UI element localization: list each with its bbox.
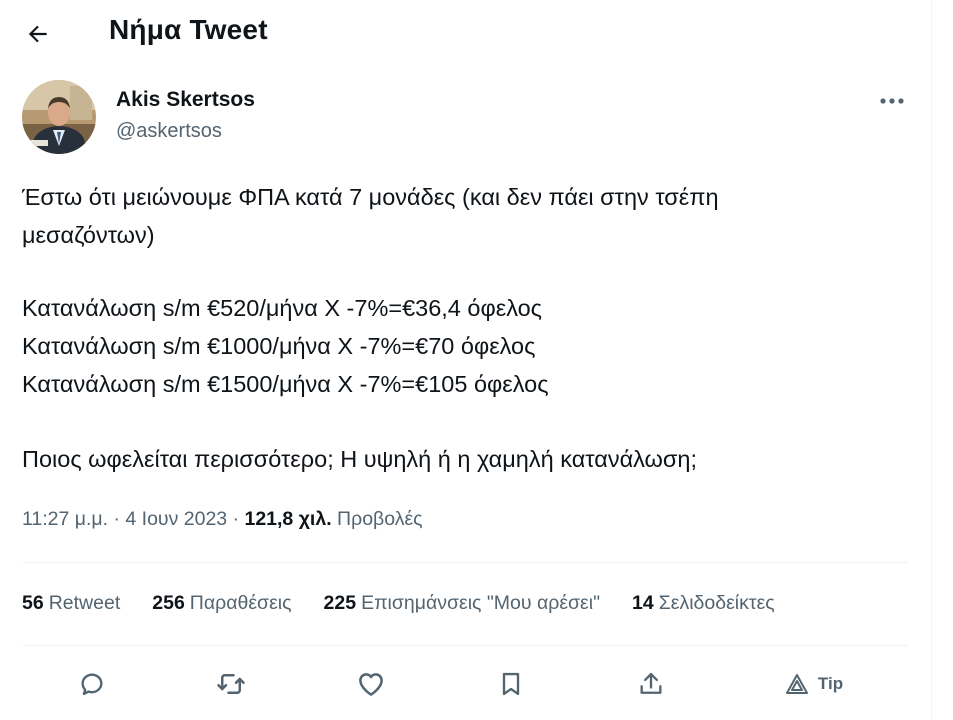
author-handle[interactable]: @askertsos xyxy=(116,120,222,143)
likes-count: 225 xyxy=(323,592,357,614)
arrow-left-icon xyxy=(28,25,47,43)
retweets-label: Retweet xyxy=(48,592,121,614)
quotes-label: Παραθέσεις xyxy=(189,592,292,614)
views-label: Προβολές xyxy=(331,508,423,530)
heart-icon xyxy=(359,673,383,696)
page-header: Νήμα Tweet xyxy=(0,0,932,66)
divider xyxy=(22,562,908,563)
page-title: Νήμα Tweet xyxy=(109,14,268,45)
tip-icon xyxy=(785,674,808,694)
tweet-thread-column: Νήμα Tweet Akis Skertsos @askertsos Έστω… xyxy=(0,0,932,720)
divider xyxy=(22,645,908,646)
bookmark-icon xyxy=(502,672,520,696)
tweet-meta: 11:27 μ.μ. · 4 Ιουν 2023 · 121,8 χιλ. Πρ… xyxy=(22,508,423,531)
bookmarks-stat[interactable]: 14 Σελιδοδείκτες xyxy=(632,592,775,615)
likes-stat[interactable]: 225 Επισημάνσεις "Μου αρέσει" xyxy=(324,592,601,615)
bookmarks-label: Σελιδοδείκτες xyxy=(658,592,775,614)
share-icon xyxy=(640,672,662,694)
profile-photo xyxy=(22,80,96,154)
tweet-text-line: Έστω ότι μειώνουμε ΦΠΑ κατά 7 μονάδες (κ… xyxy=(22,184,719,210)
retweet-icon xyxy=(217,674,245,694)
tip-button[interactable]: Tip xyxy=(780,664,848,704)
back-button[interactable] xyxy=(20,16,56,52)
bookmark-button[interactable] xyxy=(494,664,528,704)
more-horizontal-icon xyxy=(880,98,904,104)
engagement-stats: 56 Retweet 256 Παραθέσεις 225 Επισημάνσε… xyxy=(22,592,775,615)
tweet-text-line: Ποιος ωφελείται περισσότερο; Η υψηλή ή η… xyxy=(22,446,697,472)
tweet-text-line: Κατανάλωση s/m €1000/μήνα Χ -7%=€70 όφελ… xyxy=(22,333,536,359)
retweet-button[interactable] xyxy=(212,664,250,704)
likes-label: Επισημάνσεις "Μου αρέσει" xyxy=(361,592,601,614)
reply-button[interactable] xyxy=(74,664,110,704)
tweet-text-line: μεσαζόντων) xyxy=(22,222,155,248)
tweet-timestamp[interactable]: 11:27 μ.μ. · 4 Ιουν 2023 · xyxy=(22,508,244,530)
retweets-stat[interactable]: 56 Retweet xyxy=(22,592,120,615)
author-name[interactable]: Akis Skertsos xyxy=(116,88,255,112)
quotes-stat[interactable]: 256 Παραθέσεις xyxy=(152,592,291,615)
bookmarks-count: 14 xyxy=(632,592,654,614)
tweet-text-line: Κατανάλωση s/m €1500/μήνα Χ -7%=€105 όφε… xyxy=(22,371,549,397)
reply-icon xyxy=(81,673,103,696)
more-options-button[interactable] xyxy=(872,86,912,116)
quotes-count: 256 xyxy=(152,592,185,614)
share-button[interactable] xyxy=(633,664,669,704)
retweets-count: 56 xyxy=(22,592,44,614)
like-button[interactable] xyxy=(352,664,390,704)
tip-label: Tip xyxy=(817,674,844,693)
views-count[interactable]: 121,8 χιλ. xyxy=(244,508,331,530)
tweet-text-line: Κατανάλωση s/m €520/μήνα Χ -7%=€36,4 όφε… xyxy=(22,295,542,321)
avatar[interactable] xyxy=(22,80,96,154)
